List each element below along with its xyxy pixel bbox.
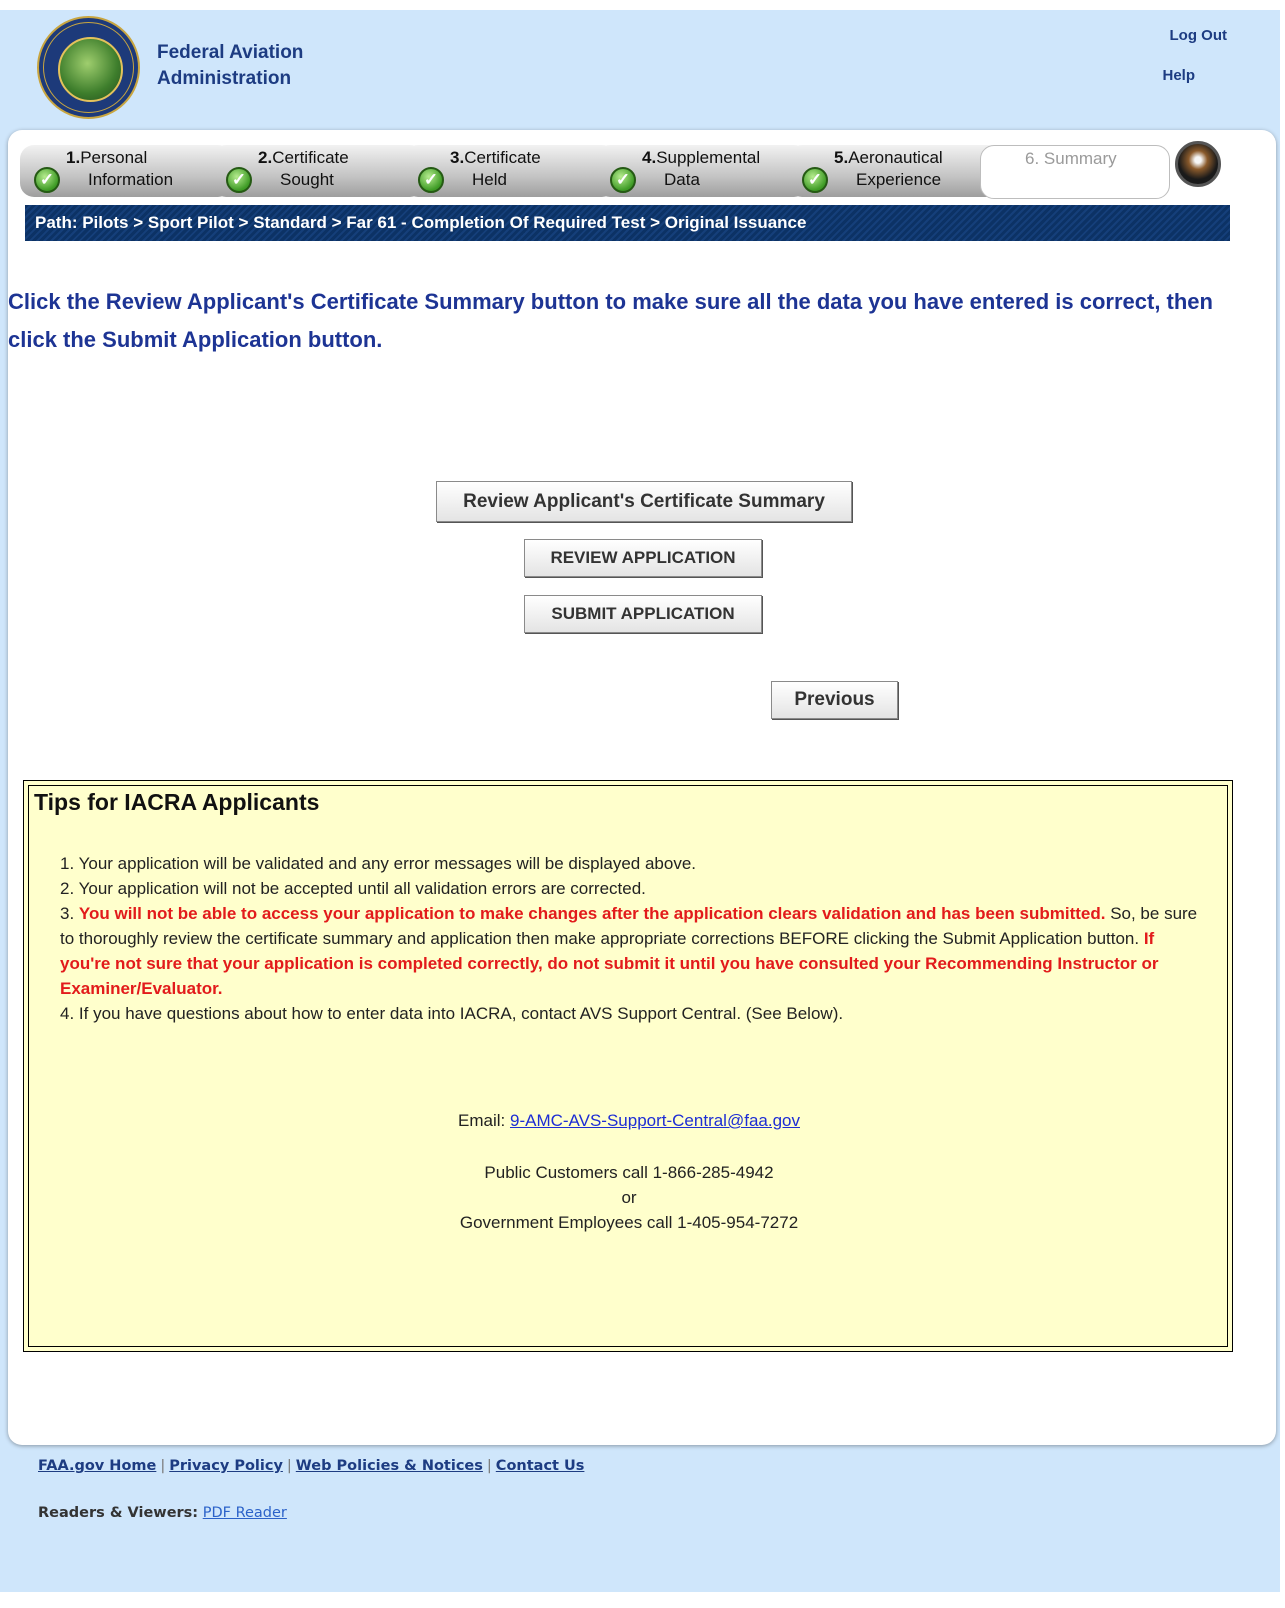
tip-item-3: 3. You will not be able to access your a… (24, 901, 1200, 1001)
step-certificate-sought[interactable]: ✓ 2.Certificate Sought (212, 145, 424, 197)
check-circle-icon: ✓ (418, 167, 444, 193)
step-number: 2. (258, 148, 273, 167)
tip-item-1: 1. Your application will be validated an… (60, 854, 696, 873)
globe-emblem (58, 37, 123, 102)
step-number: 5. (834, 148, 849, 167)
check-circle-icon: ✓ (610, 167, 636, 193)
step-number: 1. (66, 148, 81, 167)
footer-separator: | (486, 1458, 492, 1474)
footer-separator: | (160, 1458, 166, 1474)
step-personal-information[interactable]: ✓ 1.Personal Information (20, 145, 232, 197)
footer-link-contact-us[interactable]: Contact Us (496, 1458, 585, 1474)
logout-link[interactable]: Log Out (1170, 27, 1227, 44)
tips-panel: Tips for IACRA Applicants 1. Your applic… (23, 780, 1233, 1352)
faa-seal-logo[interactable] (37, 16, 140, 119)
readers-label: Readers & Viewers: (38, 1505, 199, 1521)
footer-separator: | (286, 1458, 292, 1474)
step-summary[interactable]: 6. Summary (980, 145, 1170, 199)
breadcrumb: Path: Pilots > Sport Pilot > Standard > … (25, 205, 1230, 241)
step-supplemental-data[interactable]: ✓ 4.Supplemental Data (596, 145, 808, 197)
email-line: Email: 9-AMC-AVS-Support-Central@faa.gov (24, 1111, 1234, 1131)
progress-steps: ✓ 1.Personal Information ✓ 2.Certificate… (20, 145, 1238, 199)
tip-item-4: 4. If you have questions about how to en… (60, 1004, 844, 1023)
step-label-line2: Information (88, 170, 174, 189)
step-number: 3. (450, 148, 465, 167)
org-name-line2: Administration (157, 68, 292, 89)
step-label: Certificate (464, 148, 541, 167)
tip-item-3-warning: You will not be able to access your appl… (78, 904, 1106, 923)
step-label: Personal (80, 148, 148, 167)
help-link[interactable]: Help (1162, 67, 1195, 84)
step-certificate-held[interactable]: ✓ 3.Certificate Held (404, 145, 616, 197)
step-number: 4. (642, 148, 657, 167)
step-label: Certificate (272, 148, 349, 167)
step-label: 6. Summary (1025, 149, 1117, 168)
public-customers-phone: Public Customers call 1-866-285-4942 (484, 1163, 774, 1182)
step-label-line2: Held (472, 170, 507, 189)
pdf-reader-link[interactable]: PDF Reader (203, 1505, 287, 1521)
tip-item-2: 2. Your application will not be accepted… (60, 879, 646, 898)
submit-application-button[interactable]: SUBMIT APPLICATION (524, 595, 762, 633)
readers-viewers: Readers & Viewers: PDF Reader (38, 1505, 287, 1521)
footer-link-privacy-policy[interactable]: Privacy Policy (169, 1458, 283, 1474)
org-name: Federal Aviation Administration (157, 40, 303, 92)
step-label-line2: Data (664, 170, 700, 189)
tips-title: Tips for IACRA Applicants (34, 789, 320, 815)
tip-item-3-number: 3. (60, 904, 79, 923)
step-label: Supplemental (656, 148, 761, 167)
check-circle-icon: ✓ (34, 167, 60, 193)
instruction-text: Click the Review Applicant's Certificate… (8, 289, 1213, 352)
email-label: Email: (458, 1111, 510, 1130)
step-label: Aeronautical (848, 148, 943, 167)
tips-list: 1. Your application will be validated an… (60, 851, 1200, 1026)
step-aeronautical-experience[interactable]: ✓ 5.Aeronautical Experience (788, 145, 1000, 197)
review-application-button[interactable]: REVIEW APPLICATION (524, 539, 762, 577)
footer-link-web-policies[interactable]: Web Policies & Notices (296, 1458, 483, 1474)
check-circle-icon: ✓ (802, 167, 828, 193)
review-certificate-summary-button[interactable]: Review Applicant's Certificate Summary (436, 481, 852, 522)
footer-link-faa-home[interactable]: FAA.gov Home (38, 1458, 156, 1474)
org-name-line1: Federal Aviation (157, 42, 304, 63)
or-text: or (621, 1188, 637, 1207)
globe-icon (1175, 141, 1221, 187)
footer-links: FAA.gov Home | Privacy Policy | Web Policies… (38, 1458, 584, 1474)
support-email-link[interactable]: 9-AMC-AVS-Support-Central@faa.gov (510, 1111, 800, 1130)
check-circle-icon: ✓ (226, 167, 252, 193)
step-label-line2: Experience (856, 170, 942, 189)
previous-button[interactable]: Previous (771, 681, 898, 719)
government-employees-phone: Government Employees call 1-405-954-7272 (459, 1213, 799, 1232)
step-label-line2: Sought (280, 170, 334, 189)
